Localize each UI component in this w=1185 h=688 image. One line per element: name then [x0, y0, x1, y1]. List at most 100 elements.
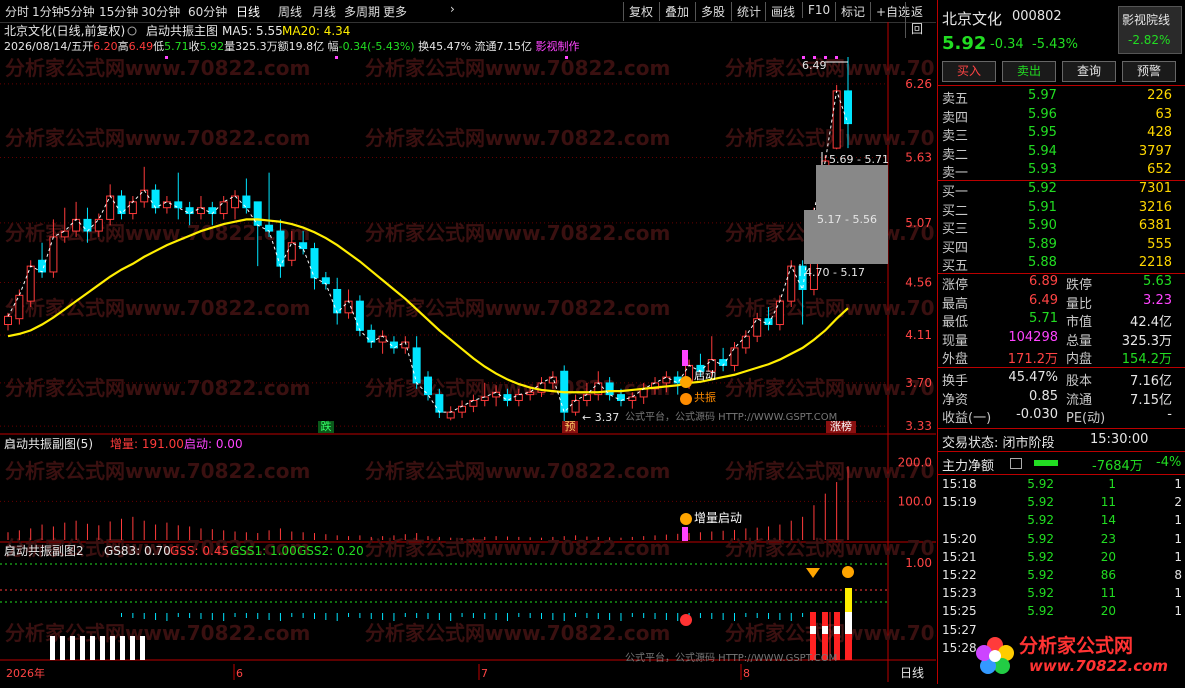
sector-badge[interactable]: 影视院线 -2.82%: [1118, 6, 1182, 54]
toolbar-button-3[interactable]: 统计: [731, 2, 766, 21]
sell-level-1[interactable]: 卖一 5.93 652: [938, 162, 1185, 181]
candle[interactable]: [231, 190, 240, 220]
tick-cell: 15:21: [942, 549, 977, 564]
sub1-magenta-bar: [682, 527, 688, 541]
main-flow-label[interactable]: 主力净额: [942, 455, 994, 474]
candle[interactable]: [458, 400, 467, 418]
kline-chart-area[interactable]: 分析家公式网www.70822.com 分析家公式网www.70822.com 分析…: [0, 22, 936, 684]
period-tab-9[interactable]: 多周期: [344, 3, 380, 20]
candle[interactable]: [401, 336, 410, 354]
quote-label: 卖五: [942, 92, 969, 107]
watermark-text: 分析家公式网www.70822.com: [5, 376, 310, 400]
candle-body: [355, 300, 364, 331]
red-badge-icon: [680, 614, 692, 626]
candle[interactable]: [151, 184, 160, 214]
trade-button-3[interactable]: 预警: [1122, 61, 1176, 82]
candle[interactable]: [219, 196, 228, 220]
tick-cell: 1: [1174, 549, 1182, 564]
trade-button-1[interactable]: 卖出: [1002, 61, 1056, 82]
tick-cell: 14: [1100, 513, 1116, 528]
candle[interactable]: [832, 85, 841, 150]
xaxis-label: 8: [743, 667, 750, 680]
sell-level-2[interactable]: 卖二 5.94 3797: [938, 144, 1185, 163]
candle[interactable]: [560, 365, 569, 422]
candle[interactable]: [333, 277, 342, 325]
trade-button-0[interactable]: 买入: [942, 61, 996, 82]
buy-level-5[interactable]: 买五 5.88 2218: [938, 255, 1185, 274]
period-tab-1[interactable]: 1分钟: [32, 3, 64, 20]
candle-body: [435, 394, 444, 413]
period-tab-8[interactable]: 月线: [312, 3, 336, 20]
toolbar-button-5[interactable]: F10: [802, 2, 835, 18]
candle[interactable]: [730, 342, 739, 372]
trade-button-2[interactable]: 查询: [1062, 61, 1116, 82]
sell-level-3[interactable]: 卖三 5.95 428: [938, 125, 1185, 144]
toolbar-button-1[interactable]: 叠加: [659, 2, 694, 21]
buy-level-4[interactable]: 买四 5.89 555: [938, 236, 1185, 256]
toolbar-button-2[interactable]: 多股: [695, 2, 730, 21]
candle[interactable]: [162, 196, 171, 214]
list-icon[interactable]: [1010, 458, 1022, 469]
candle[interactable]: [719, 347, 728, 372]
sector-pct: -2.82%: [1128, 33, 1171, 47]
candle[interactable]: [265, 172, 274, 237]
quote-volume: 428: [1147, 125, 1172, 140]
candle-body: [628, 396, 637, 401]
candle[interactable]: [321, 271, 330, 290]
sell-level-5[interactable]: 卖五 5.97 226: [938, 88, 1185, 107]
tick-cell: 5.92: [1027, 477, 1054, 491]
stat2-cell: 0.85: [1029, 388, 1058, 404]
toolbar-button-6[interactable]: 标记: [835, 2, 870, 21]
tick-row: 15:21 5.92 20 1: [938, 550, 1185, 568]
candle[interactable]: [117, 190, 126, 220]
candle[interactable]: [38, 242, 47, 278]
trade-status: 交易状态: 闭市阶段: [942, 436, 1055, 451]
candle[interactable]: [367, 324, 376, 348]
tick-cell: 11: [1100, 586, 1116, 601]
stat-cell: 6.49: [1029, 292, 1058, 308]
quote-label: 卖二: [942, 147, 969, 163]
period-tab-2[interactable]: 5分钟: [63, 3, 95, 20]
candle[interactable]: [741, 330, 750, 354]
sub2-gss2: GSS2: 0.20: [297, 544, 364, 558]
buy-level-1[interactable]: 买一 5.92 7301: [938, 181, 1185, 200]
more-chevron-icon[interactable]: ›: [450, 2, 455, 16]
period-tab-4[interactable]: 30分钟: [141, 3, 180, 20]
candle[interactable]: [174, 172, 183, 220]
tick-cell: 15:18: [942, 477, 977, 491]
price-tick-label: 6.26: [905, 77, 932, 91]
stat-row: 现量 104298 总量 325.3万: [938, 330, 1185, 349]
toolbar-button-0[interactable]: 复权: [623, 2, 658, 21]
stat-cell: 内盘: [1066, 352, 1093, 367]
tick-cell: 86: [1100, 568, 1116, 582]
period-tab-3[interactable]: 15分钟: [99, 3, 138, 20]
stat-cell: 5.63: [1143, 274, 1172, 289]
panel-divider: [938, 85, 1185, 86]
candle[interactable]: [344, 289, 353, 319]
period-tab-0[interactable]: 分时: [5, 3, 29, 20]
buy-level-2[interactable]: 买二 5.91 3216: [938, 200, 1185, 219]
stat-cell: 最高: [942, 296, 969, 312]
candle[interactable]: [412, 336, 421, 389]
quote-price: 5.89: [1028, 236, 1057, 252]
tick-cell: 15:22: [942, 568, 977, 582]
period-tab-5[interactable]: 60分钟: [188, 3, 227, 20]
period-tab-10[interactable]: 更多: [383, 3, 407, 20]
candle[interactable]: [242, 178, 251, 214]
candle-body: [94, 218, 103, 232]
candle[interactable]: [446, 406, 455, 421]
period-tab-6[interactable]: 日线: [236, 3, 260, 20]
signal-dot: [835, 56, 838, 59]
period-tab-7[interactable]: 周线: [278, 3, 302, 20]
toolbar-button-4[interactable]: 画线: [765, 2, 800, 21]
sell-level-4[interactable]: 卖四 5.96 63: [938, 107, 1185, 126]
ohlc-info-line: 2026/08/14/五开6.20高6.49低5.71收5.92量325.3万额…: [4, 39, 580, 53]
candle[interactable]: [378, 330, 387, 354]
box-label-3: 4.70 - 5.17: [805, 266, 865, 279]
candle[interactable]: [106, 184, 115, 226]
candle[interactable]: [128, 196, 137, 220]
buy-level-3[interactable]: 买三 5.90 6381: [938, 218, 1185, 237]
candle[interactable]: [196, 196, 205, 220]
candle[interactable]: [140, 166, 149, 208]
tick-cell: 15:25: [942, 604, 977, 619]
